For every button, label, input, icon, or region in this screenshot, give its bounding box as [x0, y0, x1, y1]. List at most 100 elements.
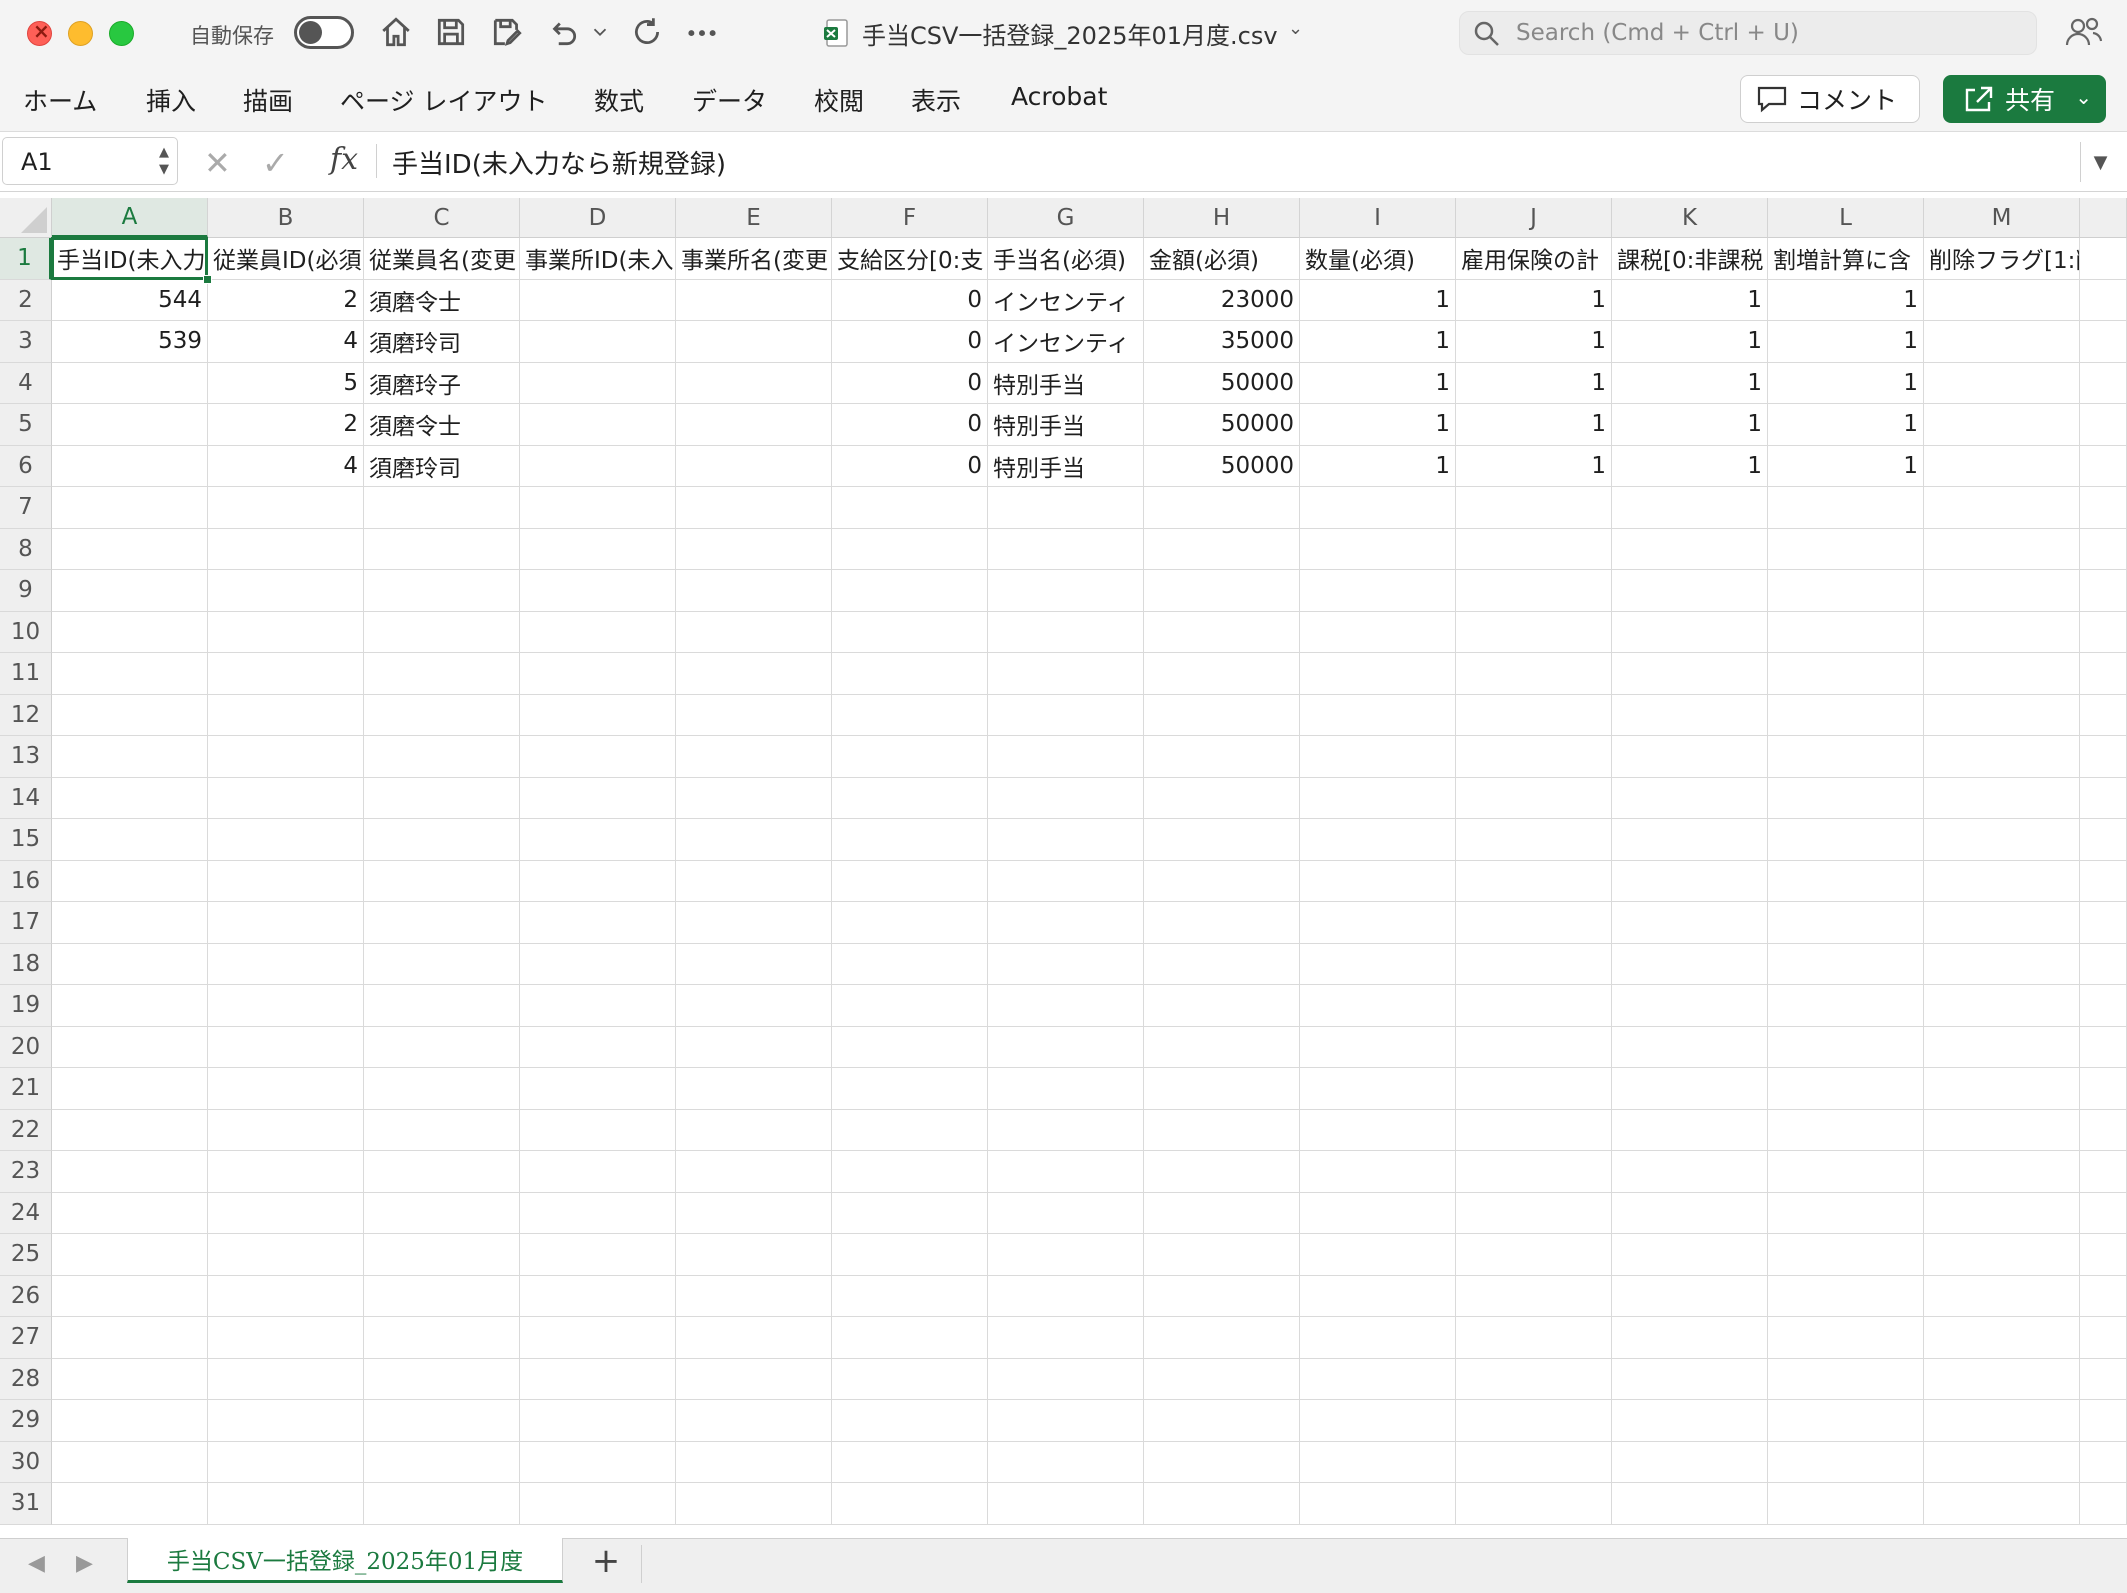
cell-i30[interactable] — [1300, 1441, 1456, 1483]
cell-a16[interactable] — [52, 860, 208, 902]
cell-h21[interactable] — [1144, 1068, 1300, 1110]
cell-b16[interactable] — [208, 860, 364, 902]
cell-j29[interactable] — [1456, 1400, 1612, 1442]
cell-j3[interactable]: 1 — [1456, 321, 1612, 363]
cell-h29[interactable] — [1144, 1400, 1300, 1442]
column-header-f[interactable]: F — [832, 198, 988, 238]
cell-i29[interactable] — [1300, 1400, 1456, 1442]
cell-h22[interactable] — [1144, 1109, 1300, 1151]
cell-h18[interactable] — [1144, 943, 1300, 985]
cell-d10[interactable] — [520, 611, 676, 653]
cell-filler[interactable] — [2080, 1483, 2127, 1525]
cell-l18[interactable] — [1768, 943, 1924, 985]
row-header-28[interactable]: 28 — [0, 1358, 52, 1400]
cell-i25[interactable] — [1300, 1234, 1456, 1276]
cell-h14[interactable] — [1144, 777, 1300, 819]
cell-f19[interactable] — [832, 985, 988, 1027]
cell-filler[interactable] — [2080, 1151, 2127, 1193]
cell-k29[interactable] — [1612, 1400, 1768, 1442]
row-header-6[interactable]: 6 — [0, 445, 52, 487]
cell-h11[interactable] — [1144, 653, 1300, 695]
cell-filler[interactable] — [2080, 1441, 2127, 1483]
cell-b6[interactable]: 4 — [208, 445, 364, 487]
cell-k2[interactable]: 1 — [1612, 279, 1768, 321]
cell-j16[interactable] — [1456, 860, 1612, 902]
cell-filler[interactable] — [2080, 238, 2127, 280]
cell-filler[interactable] — [2080, 528, 2127, 570]
cell-l6[interactable]: 1 — [1768, 445, 1924, 487]
cell-f29[interactable] — [832, 1400, 988, 1442]
cell-k26[interactable] — [1612, 1275, 1768, 1317]
cell-c20[interactable] — [364, 1026, 520, 1068]
cell-filler[interactable] — [2080, 860, 2127, 902]
cell-k13[interactable] — [1612, 736, 1768, 778]
cell-l13[interactable] — [1768, 736, 1924, 778]
cell-b7[interactable] — [208, 487, 364, 529]
cell-k27[interactable] — [1612, 1317, 1768, 1359]
cell-b9[interactable] — [208, 570, 364, 612]
cell-a28[interactable] — [52, 1358, 208, 1400]
cell-d19[interactable] — [520, 985, 676, 1027]
cell-b8[interactable] — [208, 528, 364, 570]
cell-d1[interactable]: 事業所ID(未入 — [520, 238, 676, 280]
cell-e30[interactable] — [676, 1441, 832, 1483]
cell-j26[interactable] — [1456, 1275, 1612, 1317]
cell-g6[interactable]: 特別手当 — [988, 445, 1144, 487]
cell-c1[interactable]: 従業員名(変更 — [364, 238, 520, 280]
cell-f9[interactable] — [832, 570, 988, 612]
cell-i2[interactable]: 1 — [1300, 279, 1456, 321]
tab-formulas[interactable]: 数式 — [594, 82, 644, 118]
cell-g25[interactable] — [988, 1234, 1144, 1276]
cell-b28[interactable] — [208, 1358, 364, 1400]
cell-e12[interactable] — [676, 694, 832, 736]
cell-a22[interactable] — [52, 1109, 208, 1151]
cell-k30[interactable] — [1612, 1441, 1768, 1483]
cell-a8[interactable] — [52, 528, 208, 570]
row-header-10[interactable]: 10 — [0, 611, 52, 653]
row-header-8[interactable]: 8 — [0, 528, 52, 570]
cell-d11[interactable] — [520, 653, 676, 695]
cell-filler[interactable] — [2080, 279, 2127, 321]
cell-d14[interactable] — [520, 777, 676, 819]
cell-l4[interactable]: 1 — [1768, 362, 1924, 404]
cell-c29[interactable] — [364, 1400, 520, 1442]
cell-m25[interactable] — [1924, 1234, 2080, 1276]
cell-h16[interactable] — [1144, 860, 1300, 902]
cell-j28[interactable] — [1456, 1358, 1612, 1400]
cell-b14[interactable] — [208, 777, 364, 819]
cell-a11[interactable] — [52, 653, 208, 695]
cell-g10[interactable] — [988, 611, 1144, 653]
cell-g7[interactable] — [988, 487, 1144, 529]
cell-l5[interactable]: 1 — [1768, 404, 1924, 446]
cell-h2[interactable]: 23000 — [1144, 279, 1300, 321]
cell-b5[interactable]: 2 — [208, 404, 364, 446]
formula-input[interactable]: 手当ID(未入力なら新規登録) — [392, 144, 726, 181]
cell-j30[interactable] — [1456, 1441, 1612, 1483]
cell-b31[interactable] — [208, 1483, 364, 1525]
cell-d13[interactable] — [520, 736, 676, 778]
cell-k18[interactable] — [1612, 943, 1768, 985]
cell-l24[interactable] — [1768, 1192, 1924, 1234]
cell-i7[interactable] — [1300, 487, 1456, 529]
cell-h31[interactable] — [1144, 1483, 1300, 1525]
cell-l7[interactable] — [1768, 487, 1924, 529]
cell-k24[interactable] — [1612, 1192, 1768, 1234]
cell-k4[interactable]: 1 — [1612, 362, 1768, 404]
cell-c12[interactable] — [364, 694, 520, 736]
cell-a25[interactable] — [52, 1234, 208, 1276]
cell-h26[interactable] — [1144, 1275, 1300, 1317]
cell-b25[interactable] — [208, 1234, 364, 1276]
autosave-toggle[interactable] — [294, 16, 354, 49]
cell-j5[interactable]: 1 — [1456, 404, 1612, 446]
cell-c3[interactable]: 須磨玲司 — [364, 321, 520, 363]
tab-review[interactable]: 校閲 — [814, 82, 864, 118]
column-header-d[interactable]: D — [520, 198, 676, 238]
cell-filler[interactable] — [2080, 487, 2127, 529]
cell-g11[interactable] — [988, 653, 1144, 695]
cell-e26[interactable] — [676, 1275, 832, 1317]
cell-d12[interactable] — [520, 694, 676, 736]
cell-l25[interactable] — [1768, 1234, 1924, 1276]
row-header-3[interactable]: 3 — [0, 321, 52, 363]
row-header-31[interactable]: 31 — [0, 1483, 52, 1525]
cell-k1[interactable]: 課税[0:非課税 — [1612, 238, 1768, 280]
